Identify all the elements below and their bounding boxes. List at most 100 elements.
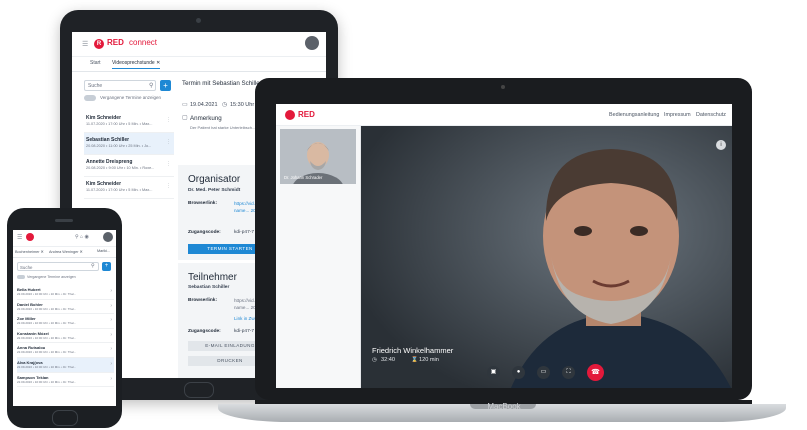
list-item-detail: 22.09.2016 • 10:00 Uhr • 10 Min. • Dr. T…	[17, 335, 77, 340]
participant-browserlink-label: Browserlink:	[188, 298, 218, 303]
nav-manual[interactable]: Bedienungsanleitung	[609, 112, 659, 118]
chevron-right-icon: ›	[110, 360, 112, 367]
search-icon[interactable]: ⚲	[91, 263, 95, 269]
hang-up-icon[interactable]: ☎	[587, 364, 604, 381]
access-code-label: Zugangscode:	[188, 230, 221, 235]
laptop-screen: RED Bedienungsanleitung Impressum Datens…	[276, 104, 732, 388]
list-item[interactable]: Bella Hubert 22.09.2016 • 10:00 Uhr • 10 …	[17, 285, 114, 300]
red-logo-icon	[285, 110, 295, 120]
avatar[interactable]	[103, 232, 113, 242]
participant-code-label: Zugangscode:	[188, 329, 221, 334]
microphone-icon[interactable]: ●	[512, 366, 525, 379]
calendar-icon: ▭	[182, 102, 188, 108]
list-item[interactable]: Daniel Bohler 22.09.2016 • 10:00 Uhr • 10…	[17, 300, 114, 315]
list-item-detail: 22.09.2016 • 10:00 Uhr • 10 Min. • Dr. T…	[17, 350, 77, 355]
list-item[interactable]: Anna Rutsalou 22.09.2016 • 10:00 Uhr • 10…	[17, 343, 114, 358]
add-appointment-button[interactable]: +	[102, 262, 111, 271]
list-item[interactable]: Kim Schneider 11.07.2020 • 17:00 Uhr • 5…	[84, 177, 174, 199]
organizer-name: Dr. Med. Peter Schmidt	[188, 188, 241, 193]
past-appointments-toggle[interactable]	[17, 275, 25, 279]
menu-icon[interactable]: ☰	[82, 40, 88, 48]
list-item[interactable]: Konstanin Mózel 22.09.2016 • 10:00 Uhr • …	[17, 329, 114, 344]
more-icon[interactable]: ⋮	[166, 183, 171, 189]
caller-name: Friedrich Winkelhammer	[372, 346, 454, 355]
list-item-name: Sampson Teklan	[17, 374, 49, 380]
chevron-right-icon: ›	[110, 302, 112, 309]
participant-code-value: kdi-p47-7	[234, 329, 254, 334]
elapsed-time: 32:40	[381, 357, 395, 363]
organizer-heading: Organisator	[188, 174, 241, 185]
list-item-name: Bella Hubert	[17, 287, 41, 292]
tab-3[interactable]: Mariki...	[97, 249, 110, 253]
appointment-title: Termin mit Sebastian Schiller	[182, 80, 262, 87]
camera-icon[interactable]: ▣	[487, 366, 500, 379]
tab-2[interactable]: Andrea Weninger ✕	[49, 249, 83, 254]
list-item-name: Konstanin Mózel	[17, 330, 49, 336]
elapsed-time-icon: ◷	[372, 357, 377, 363]
list-item-name: Sebastian Schiller	[86, 137, 130, 143]
tab-videosprechstunde[interactable]: Videosprechstunde ✕	[112, 60, 161, 69]
phone-home-button	[52, 410, 78, 426]
screen-share-icon[interactable]: ▭	[537, 366, 550, 379]
participant-heading: Teilnehmer	[188, 272, 237, 283]
phone-screen: ☰ ⚲ ⌂ ◉ Bochenheimer ✕ Andrea Weninger ✕…	[13, 230, 116, 406]
list-item[interactable]: Annette Dreispreng 20.08.2020 • 9:00 Uhr…	[84, 155, 174, 177]
note-text: Der Patient hat starke Unterleibsch...	[190, 125, 256, 130]
phone-speaker	[55, 219, 73, 222]
list-item-detail: 20.08.2020 • 11:00 Uhr • 25 Min. • Jo...	[86, 144, 152, 148]
toggle-label: Vergangene Termine anzeigen	[100, 95, 161, 100]
list-item[interactable]: Kim Schneider 11.07.2020 • 17:00 Uhr • 5…	[84, 111, 174, 133]
tab-start[interactable]: Start	[90, 60, 101, 66]
list-item-name: Zoe Miller	[17, 316, 36, 322]
list-item[interactable]: Sebastian Schiller 20.08.2020 • 11:00 Uh…	[84, 133, 174, 155]
search-input[interactable]: Suche	[84, 80, 156, 91]
more-icon[interactable]: ⋮	[166, 139, 171, 145]
more-icon[interactable]: ⋮	[166, 161, 171, 167]
red-logo-icon	[26, 233, 34, 241]
tablet-home-button	[184, 382, 214, 398]
browserlink-label: Browserlink:	[188, 201, 218, 206]
red-logo-icon: R	[94, 39, 104, 49]
past-appointments-toggle[interactable]	[84, 95, 96, 101]
add-appointment-button[interactable]: +	[160, 80, 171, 91]
list-item-detail: 22.09.2016 • 10:00 Uhr • 10 Min. • Dr. T…	[17, 321, 77, 326]
appointment-list: Kim Schneider 11.07.2020 • 17:00 Uhr • 5…	[84, 111, 174, 199]
search-input[interactable]: Suche	[17, 262, 99, 271]
list-item-detail: 22.09.2016 • 10:00 Uhr • 10 Min. • Dr. T…	[17, 292, 77, 296]
device-label: MacBook	[487, 402, 521, 411]
duration: 120 min	[419, 357, 439, 363]
appointment-time: 15:30 Uhr	[230, 102, 255, 108]
list-item-detail: 20.08.2020 • 9:00 Uhr • 10 Min. • Roxe..…	[86, 166, 155, 170]
chevron-right-icon: ›	[110, 375, 112, 382]
self-view-label: Dr. Johann Schrader	[284, 175, 323, 180]
list-item-name: Annette Dreispreng	[86, 159, 133, 165]
list-item-name: Alva Kraj(ova	[17, 359, 43, 365]
tab-bar: Bochenheimer ✕ Andrea Weninger ✕ Mariki.…	[13, 247, 116, 258]
list-item[interactable]: Sampson Teklan 22.09.2016 • 10:00 Uhr • 1…	[17, 373, 114, 388]
duration-icon: ⌛	[411, 357, 418, 363]
list-item[interactable]: Alva Kraj(ova 22.09.2016 • 10:00 Uhr • 10…	[17, 357, 114, 373]
nav-privacy[interactable]: Datenschutz	[696, 112, 726, 118]
brand-name: RED	[298, 110, 315, 119]
list-item-name: Kim Schneider	[86, 181, 122, 187]
more-icon[interactable]: ⋮	[166, 117, 171, 123]
chevron-right-icon: ›	[110, 317, 112, 324]
tab-1[interactable]: Bochenheimer ✕	[15, 249, 44, 254]
brand-name: RED	[107, 38, 124, 47]
laptop-camera	[501, 85, 505, 89]
menu-icon[interactable]: ☰	[17, 234, 22, 241]
info-icon[interactable]: i	[716, 140, 726, 150]
clock-icon: ◷	[222, 102, 228, 108]
header-icons[interactable]: ⚲ ⌂ ◉	[75, 234, 89, 240]
note-icon: ▢	[182, 115, 188, 121]
search-icon[interactable]: ⚲	[149, 82, 153, 89]
list-item[interactable]: Zoe Miller 22.09.2016 • 10:00 Uhr • 10 Mi…	[17, 314, 114, 329]
fullscreen-icon[interactable]: ⛶	[562, 366, 575, 379]
nav-imprint[interactable]: Impressum	[664, 112, 691, 118]
list-item-detail: 22.09.2016 • 10:00 Uhr • 10 Min. • Dr. T…	[17, 364, 77, 369]
phone-device: ☰ ⚲ ⌂ ◉ Bochenheimer ✕ Andrea Weninger ✕…	[7, 208, 122, 428]
avatar[interactable]	[305, 36, 319, 50]
chevron-right-icon: ›	[110, 288, 112, 294]
note-heading: Anmerkung	[190, 115, 222, 122]
list-item-detail: 11.07.2020 • 17:00 Uhr • 5 Min. • Max...	[86, 122, 153, 126]
